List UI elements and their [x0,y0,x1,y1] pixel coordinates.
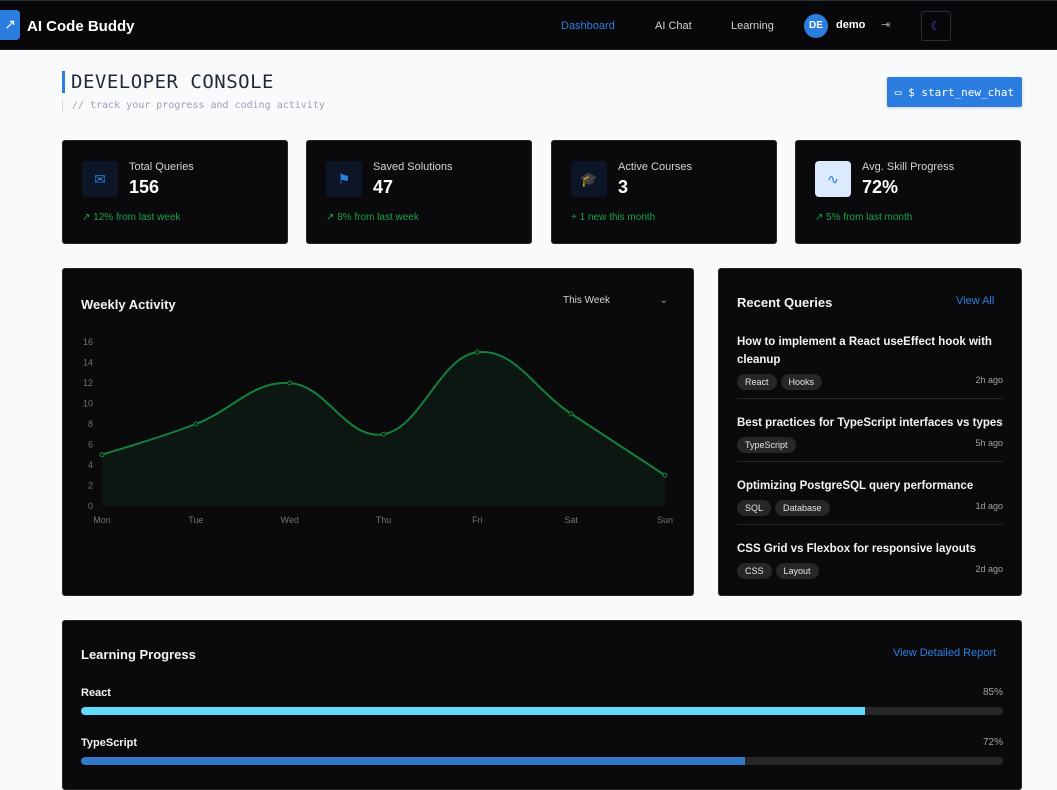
stat-value: 3 [618,177,629,197]
progress-bar [81,707,1003,715]
stat-delta: ↗ 12% from last week [82,212,181,223]
x-tick-label: Mon [93,515,111,525]
stat-card-skill-progress: ∿ Avg. Skill Progress 72% ↗ 5% from last… [795,140,1021,244]
tag: Hooks [780,374,823,390]
x-tick-label: Fri [472,515,483,525]
progress-percent: 85% [982,687,1003,698]
bookmark-icon: ⚑ [326,161,362,197]
recent-query-item[interactable]: CSS Grid vs Flexbox for responsive layou… [737,540,1003,587]
y-tick-label: 4 [88,460,93,470]
stat-label: Saved Solutions [373,161,453,173]
page-subtitle: // track your progress and coding activi… [62,100,325,111]
query-title: Best practices for TypeScript interfaces… [737,417,1003,429]
query-time: 5h ago [975,438,1003,448]
plus-icon: + [571,212,580,223]
x-tick-label: Tue [188,515,203,525]
activity-icon: ∿ [815,161,851,197]
theme-toggle-button[interactable]: ☾ [921,11,951,41]
progress-bar [81,757,1003,765]
stat-delta: ↗ 8% from last week [326,212,419,223]
weekly-activity-card: Weekly Activity This Week ⌄ 0 2 4 6 8 10 12 14 16… [62,268,694,596]
query-time: 1d ago [975,501,1003,511]
progress-fill [81,707,865,715]
data-point [381,431,386,437]
learning-progress-card: Learning Progress View Detailed Report R… [62,620,1022,790]
message-icon: ✉ [82,161,118,197]
logo-icon[interactable]: ↗ [0,10,20,40]
stat-card-total-queries: ✉ Total Queries 156 ↗ 12% from last week [62,140,288,244]
recent-queries-card: Recent Queries View All How to implement… [718,268,1022,596]
weekly-activity-chart: 0 2 4 6 8 10 12 14 16 Mon Tue Wed Thu Fri Sat Sun [83,337,673,525]
page-title: DEVELOPER CONSOLE [62,71,274,93]
tag: Database [775,500,830,516]
trending-up-icon: ↗ [326,212,338,223]
y-tick-label: 0 [88,501,93,511]
query-title: How to implement a React useEffect hook … [737,336,992,366]
recent-query-item[interactable]: Best practices for TypeScript interfaces… [737,414,1003,462]
moon-icon: ☾ [930,19,942,33]
recent-query-item[interactable]: How to implement a React useEffect hook … [737,333,1003,399]
tag: TypeScript [737,437,796,453]
progress-percent: 72% [982,737,1003,748]
tag: SQL [737,500,772,516]
data-point [568,411,574,417]
stat-value: 72% [862,177,899,197]
top-nav: ↗ AI Code Buddy Dashboard AI Chat Learni… [0,0,1057,50]
x-tick-label: Sun [657,515,673,525]
query-time: 2h ago [975,375,1003,385]
data-point [287,380,293,386]
x-tick-label: Thu [376,515,392,525]
progress-fill [81,757,745,765]
progress-label: TypeScript [81,737,138,749]
graduation-cap-icon: 🎓 [571,161,607,197]
x-tick-label: Wed [280,515,298,525]
recent-queries-title: Recent Queries [737,295,833,310]
y-tick-label: 16 [83,337,93,347]
logout-icon[interactable]: ⇥ [881,18,890,31]
y-tick-label: 10 [83,399,93,409]
nav-learning[interactable]: Learning [731,20,774,32]
trending-up-icon: ↗ [82,212,94,223]
view-detailed-report-link[interactable]: View Detailed Report [893,647,996,659]
stat-label: Avg. Skill Progress [862,161,955,173]
stat-card-active-courses: 🎓 Active Courses 3 + 1 new this month [551,140,777,244]
query-time: 2d ago [975,564,1003,574]
stat-card-saved-solutions: ⚑ Saved Solutions 47 ↗ 8% from last week [306,140,532,244]
brand-name[interactable]: AI Code Buddy [27,18,135,35]
y-tick-label: 6 [88,440,93,450]
learning-progress-title: Learning Progress [81,647,196,662]
stat-delta: + 1 new this month [571,212,656,223]
y-tick-label: 14 [83,358,93,368]
stat-delta: ↗ 5% from last month [815,212,913,223]
y-tick-label: 2 [88,481,93,491]
area-fill [102,351,665,506]
stat-label: Total Queries [129,161,194,173]
data-point [99,452,105,458]
data-point [474,349,480,355]
nav-dashboard[interactable]: Dashboard [561,20,615,32]
query-title: Optimizing PostgreSQL query performance [737,480,974,492]
username: demo [836,19,866,31]
x-tick-label: Sat [564,515,578,525]
data-point [193,421,199,427]
stat-value: 47 [373,177,394,197]
tag: CSS [737,563,772,579]
data-point [662,472,668,478]
new-chat-button[interactable]: ▭ $ start_new_chat [887,77,1022,107]
recent-query-item[interactable]: Optimizing PostgreSQL query performance S… [737,477,1003,525]
y-tick-label: 8 [88,419,93,429]
message-icon: ▭ [894,85,909,99]
avatar[interactable]: DE [804,14,828,38]
progress-label: React [81,687,111,699]
y-tick-label: 12 [83,378,93,388]
stat-value: 156 [129,177,160,197]
view-all-link[interactable]: View All [956,295,994,307]
tag: React [737,374,777,390]
tag: Layout [775,563,819,579]
query-title: CSS Grid vs Flexbox for responsive layou… [737,543,977,555]
stat-label: Active Courses [618,161,692,173]
nav-ai-chat[interactable]: AI Chat [655,20,692,32]
trending-up-icon: ↗ [815,212,827,223]
